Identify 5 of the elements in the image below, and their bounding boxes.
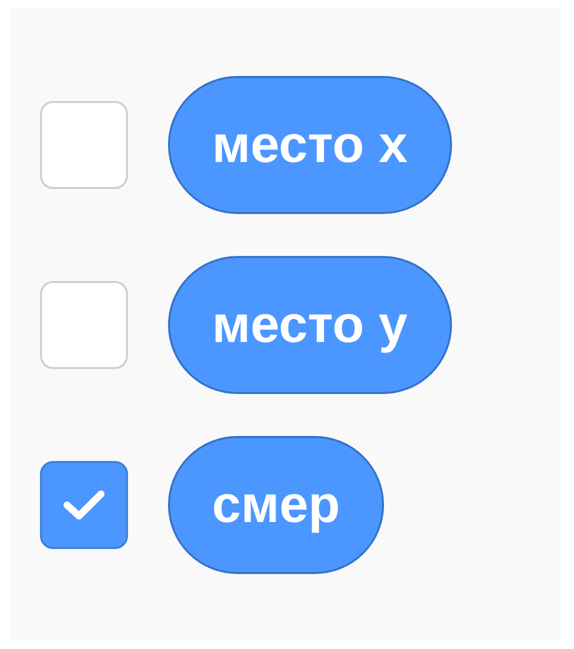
checkmark-icon — [62, 488, 106, 522]
reporter-block[interactable]: место y — [168, 256, 452, 394]
reporter-block[interactable]: смер — [168, 436, 384, 574]
reporter-block[interactable]: место x — [168, 76, 452, 214]
checkbox[interactable] — [40, 461, 128, 549]
